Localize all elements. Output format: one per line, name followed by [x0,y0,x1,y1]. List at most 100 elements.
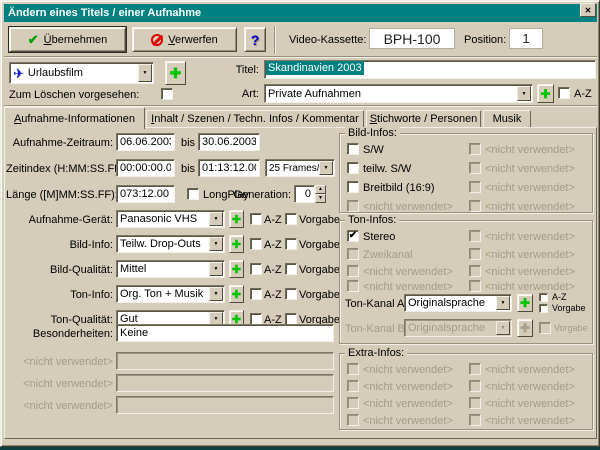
unused-checkbox-label: <nicht verwendet> [485,231,575,243]
ton-kanal-a-value: Originalsprache [408,297,485,309]
teilw-sw-checkbox[interactable] [347,162,359,174]
add-ton-kanal-a-button[interactable]: ✚ [517,294,533,312]
besonderheiten-input[interactable] [116,324,334,342]
unused-field [116,374,334,392]
bis-label: bis [181,137,195,149]
bild-qualitaet-combobox[interactable]: Mittel ▼ [116,260,225,278]
art-az-checkbox[interactable] [558,87,570,99]
unused-checkbox [469,143,481,155]
laenge-input[interactable] [116,185,175,203]
unused-checkbox [347,200,359,212]
tab-aufnahme-informationen[interactable]: Aufnahme-Informationen [4,107,145,129]
vorgabe-label: Vorgabe [299,214,340,226]
tab-label: Stichworte / Personen [370,113,478,125]
delete-flag-checkbox[interactable] [161,88,173,100]
discard-button[interactable]: Verwerfen [132,27,237,52]
generation-input[interactable] [294,185,315,203]
longplay-checkbox[interactable] [187,188,199,200]
unused-checkbox-label: <nicht verwendet> [363,415,453,427]
add-category-button[interactable]: ✚ [165,61,186,85]
tab-label: Musik [493,113,522,125]
unused-checkbox [469,380,481,392]
chevron-down-icon[interactable]: ▼ [138,64,152,82]
framerate-combobox[interactable]: 25 Frames/s ▼ [265,159,335,177]
ton-kanal-a-combobox[interactable]: Originalsprache ▼ [404,294,512,312]
ton-kanal-a-vorgabe-checkbox[interactable] [539,304,548,313]
art-az-label: A-Z [574,88,592,100]
chevron-down-icon[interactable]: ▼ [209,287,223,301]
add-bild-info-button[interactable]: ✚ [229,235,244,253]
help-button[interactable]: ? [244,27,266,52]
zeitraum-to-input[interactable] [198,133,260,151]
tab-musik[interactable]: Musik [483,110,531,128]
vorgabe-label: Vorgabe [554,323,588,333]
aufnahme-geraet-combobox[interactable]: Panasonic VHS ▼ [116,210,225,228]
chevron-down-icon[interactable]: ▼ [209,237,223,251]
bis-label: bis [181,163,195,175]
art-combobox[interactable]: Private Aufnahmen ▼ [264,84,533,103]
add-bild-qualitaet-button[interactable]: ✚ [229,260,244,278]
bild-info-az-checkbox[interactable] [250,238,262,250]
unused-checkbox [347,380,359,392]
add-ton-info-button[interactable]: ✚ [229,285,244,303]
art-label: Art: [221,88,259,100]
ton-info-combobox[interactable]: Org. Ton + Musik ▼ [116,285,225,303]
unused-checkbox-label: <nicht verwendet> [363,281,453,293]
ton-info-az-checkbox[interactable] [250,288,262,300]
zeitindex-from-input[interactable] [116,159,175,177]
title-selected-text: Skandinavien 2003 [266,61,364,75]
ton-info-vorgabe-checkbox[interactable] [285,288,297,300]
close-button[interactable]: ✕ [580,3,596,17]
tab-label: Aufnahme-Informationen [14,113,135,125]
ton-kanal-b-vorgabe-checkbox [539,322,551,334]
chevron-down-icon[interactable]: ▼ [517,86,531,101]
cassette-label: Video-Kassette: [289,34,366,46]
chevron-down-icon[interactable]: ▼ [319,161,333,175]
bild-qualitaet-vorgabe-checkbox[interactable] [285,263,297,275]
unused-field-label: <nicht verwendet> [6,400,113,412]
unused-checkbox-label: <nicht verwendet> [363,381,453,393]
vorgabe-label: Vorgabe [299,264,340,276]
aufnahme-geraet-vorgabe-checkbox[interactable] [285,213,297,225]
ton-kanal-a-az-checkbox[interactable] [539,293,548,302]
position-value-field: 1 [509,28,543,49]
apply-button-label: Übernehmen [44,34,108,46]
chevron-down-icon[interactable]: ▼ [209,262,223,276]
zeitindex-to-input[interactable] [198,159,260,177]
spinner-up-button[interactable]: ▲ [315,185,326,194]
zeitraum-from-input[interactable] [116,133,175,151]
dialog-window: Ändern eines Titels / einer Aufnahme ✕ ✔… [0,0,600,447]
add-art-button[interactable]: ✚ [537,84,554,103]
apply-button[interactable]: ✔ Übernehmen [9,27,126,52]
bild-info-combobox[interactable]: Teilw. Drop-Outs ▼ [116,235,225,253]
ton-qualitaet-label: Ton-Qualität: [6,314,113,326]
tab-inhalt-szenen[interactable]: Inhalt / Szenen / Techn. Infos / Komment… [146,110,364,128]
zeitraum-label: Aufnahme-Zeitraum: [6,137,113,149]
toolbar-bottom-separator [4,56,597,58]
sw-label: S/W [363,144,384,156]
bild-qualitaet-az-checkbox[interactable] [250,263,262,275]
ton-info-value: Org. Ton + Musik [120,288,203,300]
bild-info-vorgabe-checkbox[interactable] [285,238,297,250]
zweikanal-label: Zweikanal [363,249,413,261]
unused-field-label: <nicht verwendet> [6,356,113,368]
aufnahme-geraet-az-checkbox[interactable] [250,213,262,225]
breitbild-checkbox[interactable] [347,181,359,193]
spinner-down-button[interactable]: ▼ [315,194,326,203]
chevron-down-icon[interactable]: ▼ [209,212,223,226]
discard-button-label: Verwerfen [168,34,218,46]
category-combobox[interactable]: ✈ Urlaubsfilm ▼ [9,62,154,84]
title-input[interactable]: Skandinavien 2003 [264,60,596,79]
unused-checkbox [469,414,481,426]
plus-icon: ✚ [170,65,182,82]
chevron-down-icon: ▼ [496,321,510,335]
unused-checkbox-label: <nicht verwendet> [485,249,575,261]
sw-checkbox[interactable] [347,143,359,155]
chevron-down-icon[interactable]: ▼ [496,296,510,310]
add-aufnahme-geraet-button[interactable]: ✚ [229,210,244,228]
stereo-checkbox[interactable] [347,230,359,242]
cassette-value-field: BPH-100 [369,28,455,49]
unused-checkbox-label: <nicht verwendet> [485,163,575,175]
prohibition-icon [151,34,163,46]
tab-stichworte-personen[interactable]: Stichworte / Personen [366,110,481,128]
